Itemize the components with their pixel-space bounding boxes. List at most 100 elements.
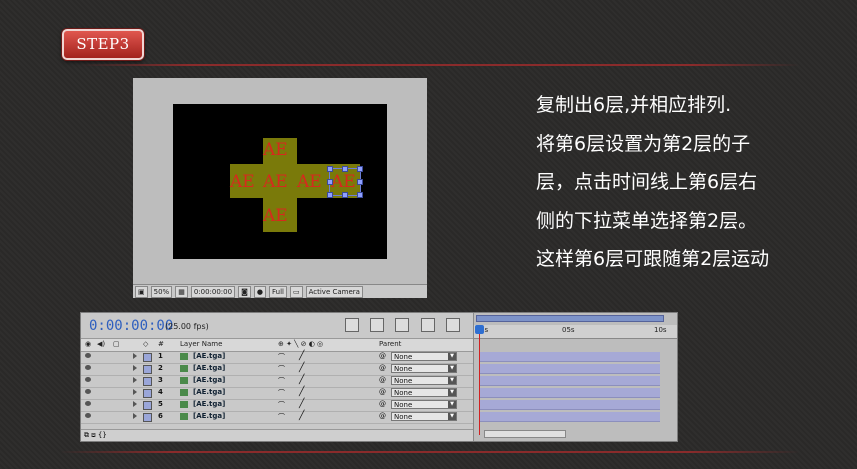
shy-switch-icon[interactable]: ⌒ (278, 352, 285, 362)
layer-row[interactable]: 6 [AE.tga] ⌒ ╱ @ None ▼ (81, 411, 473, 424)
parent-dropdown[interactable]: None ▼ (391, 412, 457, 421)
playhead-icon[interactable] (475, 325, 484, 334)
footage-icon (180, 365, 188, 372)
label-color-swatch[interactable] (143, 401, 152, 410)
pickwhip-icon[interactable]: @ (379, 400, 386, 408)
camera-select[interactable]: Active Camera (305, 285, 363, 298)
layer-name[interactable]: [AE.tga] (193, 412, 225, 420)
grid-icon[interactable]: ▦ (175, 285, 188, 298)
visibility-eye-icon[interactable] (85, 353, 91, 358)
quality-switch-icon[interactable]: ╱ (299, 363, 304, 373)
footage-icon (180, 413, 188, 420)
expand-triangle-icon[interactable] (133, 353, 137, 359)
resolution-select[interactable]: Full (268, 285, 287, 298)
label-color-swatch[interactable] (143, 377, 152, 386)
transform-handle[interactable] (357, 192, 363, 198)
viewer-toolbar: ▣ 50% ▦ 0:00:00:00 ◙ ● Full ▭ Active Cam… (133, 284, 427, 298)
timeline-timecode[interactable]: 0:00:00:00 (89, 318, 173, 334)
motion-blur-icon[interactable] (445, 318, 460, 332)
ae-layer-text: AE (263, 172, 288, 192)
zoom-select[interactable]: 50% (150, 285, 173, 298)
footage-icon (180, 377, 188, 384)
transform-handle[interactable] (342, 192, 348, 198)
layer-duration-bar[interactable] (480, 376, 660, 386)
quality-switch-icon[interactable]: ╱ (299, 411, 304, 421)
timeline-footer: ⧉ ⧈ {} (81, 429, 473, 441)
pickwhip-icon[interactable]: @ (379, 364, 386, 372)
layer-duration-bar[interactable] (480, 412, 660, 422)
timeline-zoom-slider[interactable] (484, 430, 566, 438)
transform-handle[interactable] (327, 179, 333, 185)
parent-dropdown[interactable]: None ▼ (391, 364, 457, 373)
layer-name[interactable]: [AE.tga] (193, 400, 225, 408)
layer-name[interactable]: [AE.tga] (193, 388, 225, 396)
time-ruler[interactable]: 0s 05s 10s (474, 325, 677, 339)
shy-switch-icon[interactable]: ⌒ (278, 412, 285, 422)
parent-dropdown[interactable]: None ▼ (391, 352, 457, 361)
label-color-swatch[interactable] (143, 365, 152, 374)
transform-handle[interactable] (342, 166, 348, 172)
parent-value: None (394, 353, 413, 361)
expand-triangle-icon[interactable] (133, 413, 137, 419)
description-line: 侧的下拉菜单选择第2层。 (536, 209, 758, 232)
parent-dropdown[interactable]: None ▼ (391, 400, 457, 409)
viewer-timecode[interactable]: 0:00:00:00 (190, 285, 236, 298)
bottom-divider (60, 451, 800, 453)
frame-blending-icon[interactable] (420, 318, 435, 332)
current-time-indicator[interactable] (479, 325, 480, 435)
layer-duration-bar[interactable] (480, 388, 660, 398)
visibility-eye-icon[interactable] (85, 365, 91, 370)
timeline-toolbar (345, 318, 464, 332)
work-area-bar[interactable] (476, 315, 664, 322)
parent-value: None (394, 401, 413, 409)
expand-triangle-icon[interactable] (133, 389, 137, 395)
snapshot-icon[interactable]: ◙ (238, 285, 251, 298)
label-color-swatch[interactable] (143, 413, 152, 422)
layer-duration-bar[interactable] (480, 400, 660, 410)
layer-duration-bar[interactable] (480, 364, 660, 374)
visibility-eye-icon[interactable] (85, 389, 91, 394)
visibility-eye-icon[interactable] (85, 377, 91, 382)
expand-triangle-icon[interactable] (133, 365, 137, 371)
parent-value: None (394, 413, 413, 421)
quality-switch-icon[interactable]: ╱ (299, 399, 304, 409)
shy-switch-icon[interactable]: ⌒ (278, 376, 285, 386)
layer-number: 5 (158, 400, 163, 408)
camera-icon[interactable]: ▣ (135, 285, 148, 298)
visibility-eye-icon[interactable] (85, 401, 91, 406)
parent-dropdown[interactable]: None ▼ (391, 376, 457, 385)
pickwhip-icon[interactable]: @ (379, 388, 386, 396)
expand-triangle-icon[interactable] (133, 377, 137, 383)
draft-3d-icon[interactable] (370, 318, 385, 332)
label-color-swatch[interactable] (143, 353, 152, 362)
quality-switch-icon[interactable]: ╱ (299, 351, 304, 361)
layer-duration-bar[interactable] (480, 352, 660, 362)
layer-name[interactable]: [AE.tga] (193, 376, 225, 384)
layer-name[interactable]: [AE.tga] (193, 352, 225, 360)
layer-name[interactable]: [AE.tga] (193, 364, 225, 372)
shy-switch-icon[interactable]: ⌒ (278, 364, 285, 374)
parent-dropdown[interactable]: None ▼ (391, 388, 457, 397)
shy-layers-icon[interactable] (395, 318, 410, 332)
quality-switch-icon[interactable]: ╱ (299, 375, 304, 385)
transform-handle[interactable] (327, 166, 333, 172)
color-icon[interactable]: ● (253, 285, 266, 298)
pickwhip-icon[interactable]: @ (379, 412, 386, 420)
toggle-switches-icon[interactable]: ⧉ ⧈ {} (84, 431, 107, 440)
pickwhip-icon[interactable]: @ (379, 376, 386, 384)
transform-handle[interactable] (357, 166, 363, 172)
layer-name-header[interactable]: Layer Name (180, 340, 222, 348)
transform-handle[interactable] (357, 179, 363, 185)
chevron-down-icon: ▼ (448, 377, 456, 384)
quality-switch-icon[interactable]: ╱ (299, 387, 304, 397)
label-color-swatch[interactable] (143, 389, 152, 398)
region-icon[interactable]: ▭ (289, 285, 303, 298)
visibility-eye-icon[interactable] (85, 413, 91, 418)
pickwhip-icon[interactable]: @ (379, 352, 386, 360)
expand-triangle-icon[interactable] (133, 401, 137, 407)
transform-handle[interactable] (327, 192, 333, 198)
comp-mini-flowchart-icon[interactable] (345, 318, 359, 332)
time-graph: 0s 05s 10s (473, 313, 677, 441)
shy-switch-icon[interactable]: ⌒ (278, 388, 285, 398)
shy-switch-icon[interactable]: ⌒ (278, 400, 285, 410)
